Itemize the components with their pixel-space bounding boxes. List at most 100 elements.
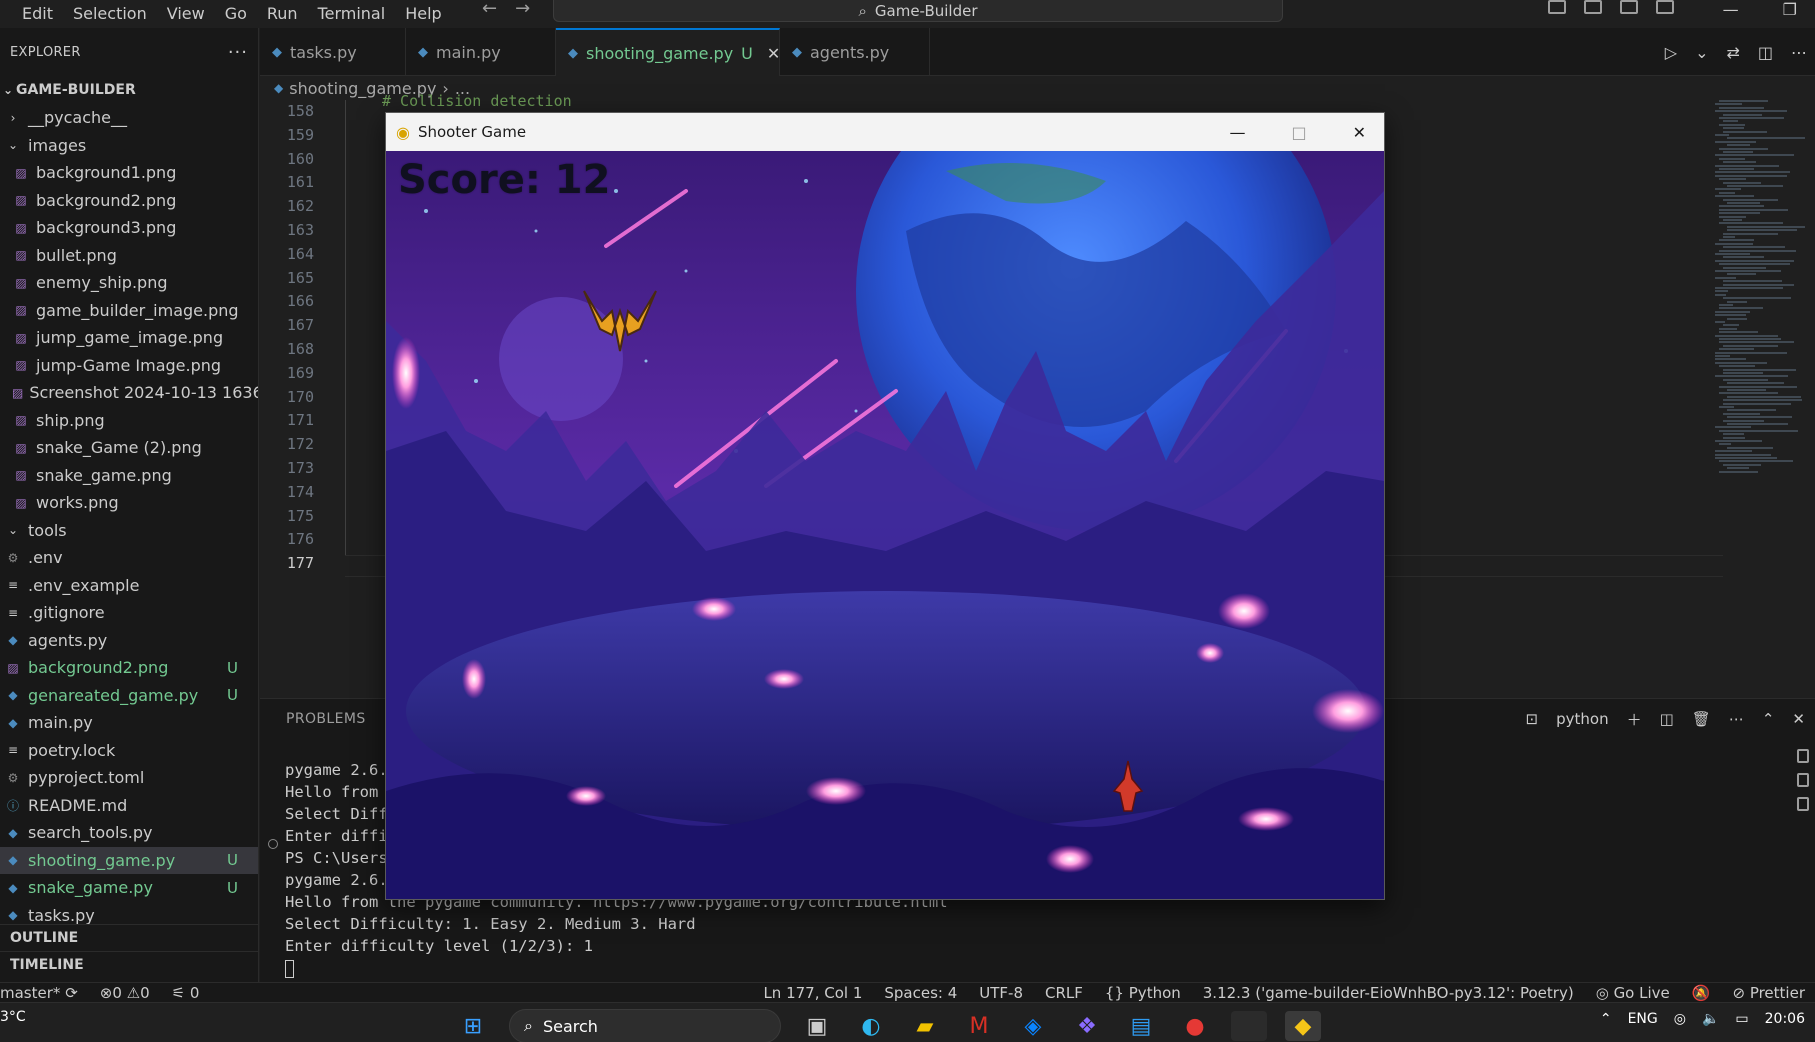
notification-app-icon[interactable]: ● [1177, 1011, 1213, 1041]
copilot-icon[interactable]: ❖ [1069, 1011, 1105, 1041]
tree-item[interactable]: ▨ snake_Game (2).png [0, 434, 258, 462]
network-icon[interactable]: ◎ [1674, 1011, 1686, 1027]
restore-icon[interactable]: ❐ [1783, 0, 1797, 19]
edge-icon[interactable]: ◐ [853, 1011, 889, 1041]
more-actions-icon[interactable]: ⋯ [1729, 710, 1744, 728]
tree-item[interactable]: ▨ bullet.png [0, 242, 258, 270]
taskbar-search[interactable]: ⌕ Search [509, 1009, 781, 1042]
run-icon[interactable]: ▷ [1665, 43, 1677, 62]
vscode-icon[interactable] [1231, 1011, 1267, 1041]
tree-item[interactable]: ▨ game_builder_image.png [0, 297, 258, 325]
clock-time[interactable]: 20:06 [1765, 1011, 1805, 1027]
language-mode[interactable]: {} Python [1105, 984, 1181, 1002]
tree-item[interactable]: ◆ main.py [0, 709, 258, 737]
cursor-position[interactable]: Ln 177, Col 1 [763, 984, 862, 1002]
tree-item[interactable]: ⓘ README.md [0, 792, 258, 820]
minimap[interactable] [1715, 100, 1815, 480]
toggle-sidebar-icon[interactable] [1548, 0, 1566, 14]
tab-main[interactable]: ◆ main.py [406, 28, 556, 76]
ports[interactable]: ⚟ 0 [172, 984, 200, 1002]
game-canvas[interactable]: Score: 12 [386, 151, 1384, 899]
customize-layout-icon[interactable] [1656, 0, 1674, 14]
line-ending[interactable]: CRLF [1045, 984, 1083, 1002]
weather-widget[interactable]: 3°C [0, 1009, 26, 1025]
tree-item[interactable]: ⚙ pyproject.toml [0, 764, 258, 792]
start-icon[interactable]: ⊞ [455, 1011, 491, 1041]
tree-item[interactable]: ◆ genareated_game.py U [0, 682, 258, 710]
battery-icon[interactable]: ▭ [1735, 1011, 1748, 1027]
menu-go[interactable]: Go [215, 5, 257, 23]
task-view-icon[interactable]: ▣ [799, 1011, 835, 1041]
outline-section[interactable]: OUTLINE [0, 924, 259, 951]
toggle-secondary-sidebar-icon[interactable] [1620, 0, 1638, 14]
tree-item[interactable]: ▨ Screenshot 2024-10-13 1636... [0, 379, 258, 407]
tree-item[interactable]: › __pycache__ [0, 104, 258, 132]
terminal-instance-icon[interactable] [1797, 773, 1809, 787]
tree-item[interactable]: ≡ .env_example [0, 572, 258, 600]
tree-item[interactable]: ⌄ images [0, 132, 258, 160]
more-actions-icon[interactable]: ··· [228, 42, 248, 63]
terminal-instance-icon[interactable] [1797, 749, 1809, 763]
menu-edit[interactable]: Edit [12, 5, 63, 23]
close-icon[interactable]: ✕ [1353, 123, 1366, 142]
tree-item[interactable]: ◆ snake_game.py U [0, 874, 258, 902]
tree-item[interactable]: ⚙ .env [0, 544, 258, 572]
toggle-panel-icon[interactable] [1584, 0, 1602, 14]
gmail-icon[interactable]: M [961, 1011, 997, 1041]
volume-icon[interactable]: 🔈 [1702, 1011, 1719, 1027]
close-icon[interactable]: ✕ [1792, 710, 1805, 728]
problems-count[interactable]: ⊗0 ⚠0 [100, 984, 150, 1002]
file-explorer-icon[interactable]: ▰ [907, 1011, 943, 1041]
tree-item[interactable]: ▨ works.png [0, 489, 258, 517]
compare-changes-icon[interactable]: ⇄ [1726, 43, 1739, 62]
encoding[interactable]: UTF-8 [979, 984, 1023, 1002]
split-terminal-icon[interactable]: ◫ [1660, 710, 1674, 728]
app-icon[interactable]: ◈ [1015, 1011, 1051, 1041]
chevron-up-icon[interactable]: ⌃ [1600, 1011, 1612, 1027]
forward-arrow-icon[interactable]: → [515, 0, 530, 18]
notifications-off-icon[interactable]: 🔕 [1692, 984, 1711, 1002]
tree-item[interactable]: ◆ agents.py [0, 627, 258, 655]
store-icon[interactable]: ▤ [1123, 1011, 1159, 1041]
tree-item[interactable]: ▨ enemy_ship.png [0, 269, 258, 297]
command-center[interactable]: ⌕ Game-Builder [553, 0, 1283, 22]
python-interpreter[interactable]: 3.12.3 ('game-builder-EioWnhBO-py3.12': … [1203, 984, 1574, 1002]
tree-item[interactable]: ▨ jump-Game Image.png [0, 352, 258, 380]
menu-help[interactable]: Help [395, 5, 451, 23]
timeline-section[interactable]: TIMELINE [0, 951, 259, 978]
go-live[interactable]: ◎ Go Live [1596, 984, 1670, 1002]
terminal-instance-icon[interactable] [1797, 797, 1809, 811]
tree-item[interactable]: ▨ background2.png [0, 187, 258, 215]
tab-problems[interactable]: PROBLEMS [286, 711, 366, 727]
chevron-down-icon[interactable]: ⌄ [1695, 43, 1708, 62]
workspace-root[interactable]: ⌄ GAME-BUILDER [0, 76, 258, 104]
git-branch[interactable]: master* ⟳ [0, 984, 78, 1002]
menu-view[interactable]: View [157, 5, 215, 23]
split-editor-icon[interactable]: ◫ [1758, 43, 1773, 62]
menu-run[interactable]: Run [257, 5, 308, 23]
prettier[interactable]: ⊘ Prettier [1732, 984, 1805, 1002]
minimize-icon[interactable]: — [1723, 0, 1739, 19]
tree-item[interactable]: ▨ background1.png [0, 159, 258, 187]
maximize-panel-icon[interactable]: ⌃ [1762, 710, 1775, 728]
tree-item[interactable]: ◆ search_tools.py [0, 819, 258, 847]
tree-item[interactable]: ▨ jump_game_image.png [0, 324, 258, 352]
tab-tasks[interactable]: ◆ tasks.py [260, 28, 406, 76]
tree-item[interactable]: ≡ poetry.lock [0, 737, 258, 765]
more-actions-icon[interactable]: ⋯ [1791, 43, 1807, 62]
input-language[interactable]: ENG [1628, 1011, 1658, 1027]
tree-item[interactable]: ▨ background2.png U [0, 654, 258, 682]
new-terminal-icon[interactable]: ＋ [1627, 709, 1642, 730]
tree-item[interactable]: ≡ .gitignore [0, 599, 258, 627]
minimize-icon[interactable]: — [1229, 123, 1245, 142]
indentation[interactable]: Spaces: 4 [884, 984, 957, 1002]
back-arrow-icon[interactable]: ← [482, 0, 497, 18]
tree-item[interactable]: ◆ shooting_game.py U [0, 846, 258, 874]
tree-item[interactable]: ⌄ tools [0, 517, 258, 545]
menu-selection[interactable]: Selection [63, 5, 157, 23]
tree-item[interactable]: ▨ snake_game.png [0, 462, 258, 490]
close-icon[interactable]: ✕ [767, 44, 780, 63]
menu-terminal[interactable]: Terminal [308, 5, 396, 23]
trash-icon[interactable]: 🗑 [1692, 710, 1711, 728]
python-icon[interactable]: ◆ [1285, 1011, 1321, 1041]
